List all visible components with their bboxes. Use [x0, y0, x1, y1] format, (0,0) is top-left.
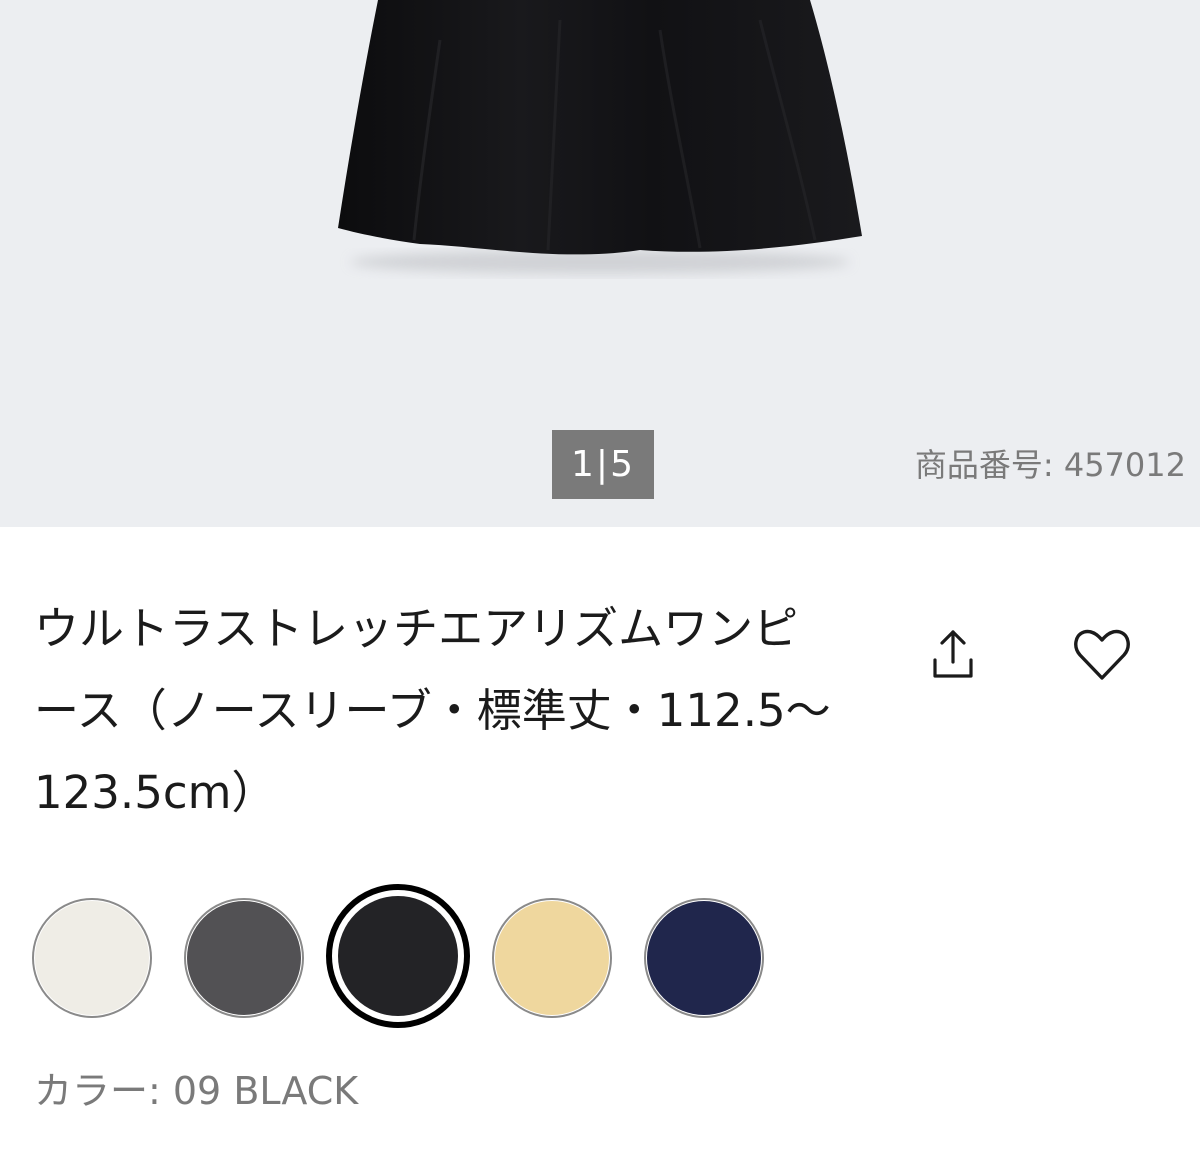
color-swatch-fill [647, 901, 761, 1015]
color-swatch-fill [495, 901, 609, 1015]
color-swatch-gray[interactable] [184, 898, 304, 1018]
heart-icon [1074, 629, 1130, 680]
image-page-indicator: 1|5 [552, 430, 654, 499]
color-swatch-black-selected[interactable] [326, 884, 470, 1028]
product-title: ウルトラストレッチエアリズムワンピース（ノースリーブ・標準丈・112.5～123… [34, 602, 831, 819]
selected-color-label: カラー: 09 BLACK [34, 1069, 359, 1113]
color-swatch-off-white[interactable] [32, 898, 152, 1018]
color-swatch-fill [338, 896, 458, 1016]
favorite-button[interactable] [1062, 614, 1142, 694]
color-swatch-navy[interactable] [644, 898, 764, 1018]
color-swatch-yellow[interactable] [492, 898, 612, 1018]
product-image-gallery[interactable]: 1|5 商品番号: 457012 [0, 0, 1200, 527]
color-swatch-fill [35, 901, 149, 1015]
share-button[interactable] [913, 614, 993, 694]
product-number: 商品番号: 457012 [914, 446, 1186, 484]
color-swatch-fill [187, 901, 301, 1015]
share-icon [933, 630, 973, 678]
